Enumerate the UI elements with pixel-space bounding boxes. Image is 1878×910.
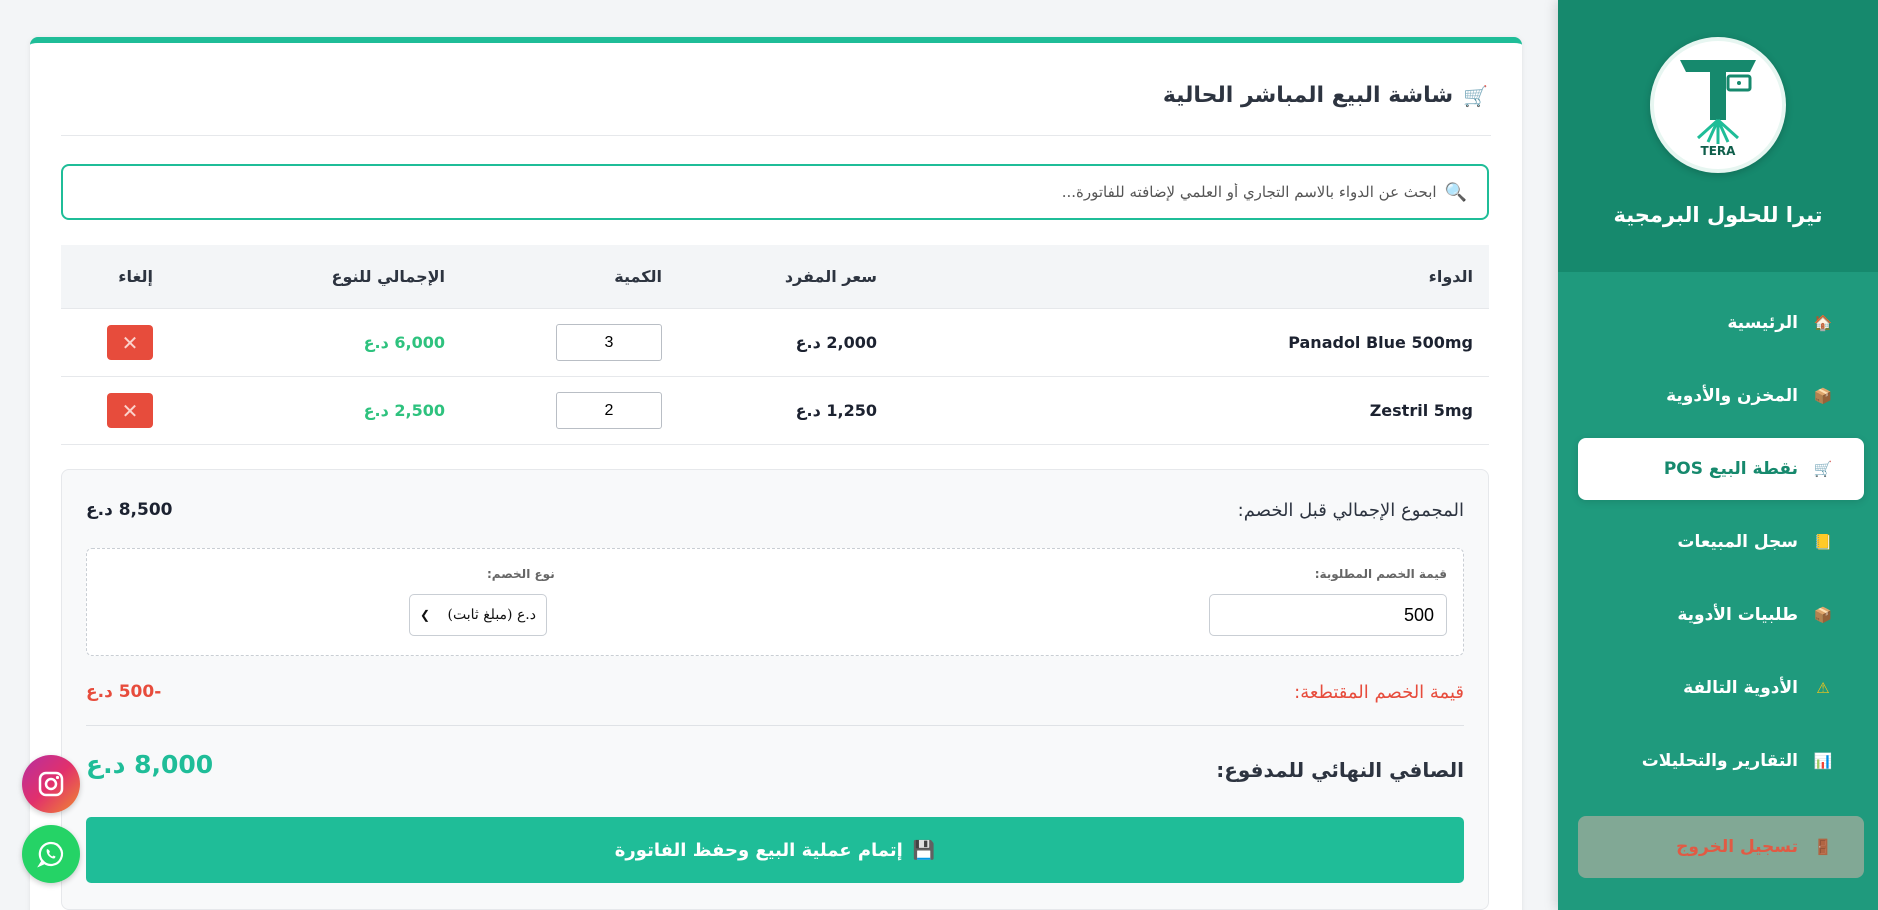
sidebar-item-label: سجل المبيعات xyxy=(1677,532,1798,552)
sidebar-item-label: الأدوية التالفة xyxy=(1683,678,1798,698)
discount-type-value: د.ع (مبلغ ثابت) xyxy=(447,607,536,623)
cart-icon: 🛒 xyxy=(1463,83,1488,108)
remove-item-button[interactable]: ✕ xyxy=(107,393,153,428)
header-price: سعر المفرد xyxy=(784,267,877,286)
chevron-down-icon: ❯ xyxy=(420,608,431,622)
divider xyxy=(61,135,1491,136)
search-icon: 🔍 xyxy=(1444,181,1467,203)
sidebar-nav: 🏠 الرئيسية 📦 المخزن والأدوية 🛒 نقطة البي… xyxy=(1578,292,1864,889)
save-icon: 💾 xyxy=(912,839,936,861)
sidebar-item-label: التقارير والتحليلات xyxy=(1641,751,1798,771)
discount-type-label: نوع الخصم: xyxy=(487,567,555,581)
discount-box: قيمة الخصم المطلوبة: نوع الخصم: د.ع (مبل… xyxy=(86,548,1464,656)
sidebar-item-pos[interactable]: 🛒 نقطة البيع POS xyxy=(1578,438,1864,500)
ledger-icon: 📒 xyxy=(1813,533,1833,551)
search-input[interactable] xyxy=(63,183,1437,201)
sidebar-item-damaged[interactable]: ⚠ الأدوية التالفة xyxy=(1578,657,1864,719)
deducted-value: -500 د.ع xyxy=(86,682,162,702)
home-icon: 🏠 xyxy=(1813,314,1833,332)
row-price: 1,250 د.ع xyxy=(796,377,877,444)
sidebar-item-label: المخزن والأدوية xyxy=(1666,386,1798,406)
sidebar-item-home[interactable]: 🏠 الرئيسية xyxy=(1578,292,1864,354)
close-icon: ✕ xyxy=(121,330,139,355)
final-value: 8,000 د.ع xyxy=(86,750,214,779)
quantity-input[interactable] xyxy=(556,392,662,429)
pos-card: 🛒 شاشة البيع المباشر الحالية 🔍 الدواء سع… xyxy=(30,37,1522,910)
row-price-text: 1,250 د.ع xyxy=(795,401,877,420)
sidebar-item-orders[interactable]: 📦 طلبيات الأدوية xyxy=(1578,584,1864,646)
deducted-label: قيمة الخصم المقتطعة: xyxy=(1294,682,1464,703)
row-total-text: 2,500 د.ع xyxy=(363,401,445,420)
row-qty-cell xyxy=(556,309,662,376)
sidebar-brand: TERA تيرا للحلول البرمجية xyxy=(1558,0,1878,272)
chart-icon: 📊 xyxy=(1813,752,1833,770)
row-qty-cell xyxy=(556,377,662,444)
row-name: Zestril 5mg xyxy=(1369,401,1473,420)
discount-value-label: قيمة الخصم المطلوبة: xyxy=(1314,567,1447,581)
instagram-icon xyxy=(38,771,64,797)
header-total: الإجمالي للنوع xyxy=(331,267,445,286)
row-cancel-cell: ✕ xyxy=(107,309,153,376)
row-total-text: 6,000 د.ع xyxy=(363,333,445,352)
row-total: 6,000 د.ع xyxy=(364,309,445,376)
row-total: 2,500 د.ع xyxy=(364,377,445,444)
row-cancel-cell: ✕ xyxy=(107,377,153,444)
header-name: الدواء xyxy=(1428,267,1473,286)
brand-name: تيرا للحلول البرمجية xyxy=(1613,203,1823,227)
discount-type-select[interactable]: د.ع (مبلغ ثابت) ❯ xyxy=(409,594,547,636)
final-label: الصافي النهائي للمدفوع: xyxy=(1216,758,1464,782)
complete-sale-label: إتمام عملية البيع وحفظ الفاتورة xyxy=(614,839,903,861)
search-box[interactable]: 🔍 xyxy=(61,164,1489,220)
whatsapp-icon xyxy=(37,841,64,868)
page-title-text: شاشة البيع المباشر الحالية xyxy=(1162,83,1454,108)
warning-icon: ⚠ xyxy=(1816,679,1830,697)
row-price: 2,000 د.ع xyxy=(796,309,877,376)
sidebar-item-label: نقطة البيع POS xyxy=(1663,459,1798,479)
subtotal-label: المجموع الإجمالي قبل الخصم: xyxy=(1237,500,1464,521)
summary-panel: المجموع الإجمالي قبل الخصم: 8,500 د.ع قي… xyxy=(61,469,1489,910)
logo: TERA xyxy=(1650,37,1786,173)
quantity-input[interactable] xyxy=(556,324,662,361)
sidebar-item-label: طلبيات الأدوية xyxy=(1677,605,1798,625)
tera-logo-icon: TERA xyxy=(1680,60,1756,158)
logo-text: TERA xyxy=(1701,144,1737,158)
remove-item-button[interactable]: ✕ xyxy=(107,325,153,360)
sidebar: TERA تيرا للحلول البرمجية 🏠 الرئيسية 📦 ا… xyxy=(1558,0,1878,910)
page-title: 🛒 شاشة البيع المباشر الحالية xyxy=(1163,83,1488,108)
row-name: Panadol Blue 500mg xyxy=(1288,333,1473,352)
subtotal-value: 8,500 د.ع xyxy=(86,500,173,520)
close-icon: ✕ xyxy=(121,398,139,423)
cart-icon: 🛒 xyxy=(1813,460,1833,478)
whatsapp-button[interactable] xyxy=(22,825,80,883)
header-qty: الكمية xyxy=(614,267,662,286)
logout-button[interactable]: 🚪 تسجيل الخروج xyxy=(1578,816,1864,878)
complete-sale-button[interactable]: 💾 إتمام عملية البيع وحفظ الفاتورة xyxy=(86,817,1464,883)
instagram-button[interactable] xyxy=(22,755,80,813)
logout-label: تسجيل الخروج xyxy=(1676,837,1798,857)
header-cancel: إلغاء xyxy=(118,267,153,286)
invoice-table: الدواء سعر المفرد الكمية الإجمالي للنوع … xyxy=(61,245,1489,445)
sidebar-item-label: الرئيسية xyxy=(1727,313,1798,333)
sidebar-item-reports[interactable]: 📊 التقارير والتحليلات xyxy=(1578,730,1864,792)
package-icon: 📦 xyxy=(1813,606,1833,624)
table-row: Panadol Blue 500mg 2,000 د.ع 6,000 د.ع ✕ xyxy=(61,309,1489,377)
divider xyxy=(86,725,1464,726)
sidebar-item-sales-log[interactable]: 📒 سجل المبيعات xyxy=(1578,511,1864,573)
door-icon: 🚪 xyxy=(1813,838,1833,856)
table-row: Zestril 5mg 1,250 د.ع 2,500 د.ع ✕ xyxy=(61,377,1489,445)
sidebar-item-inventory[interactable]: 📦 المخزن والأدوية xyxy=(1578,365,1864,427)
discount-value-input[interactable] xyxy=(1209,594,1447,636)
package-icon: 📦 xyxy=(1813,387,1833,405)
table-header: الدواء سعر المفرد الكمية الإجمالي للنوع … xyxy=(61,245,1489,309)
row-price-text: 2,000 د.ع xyxy=(795,333,877,352)
